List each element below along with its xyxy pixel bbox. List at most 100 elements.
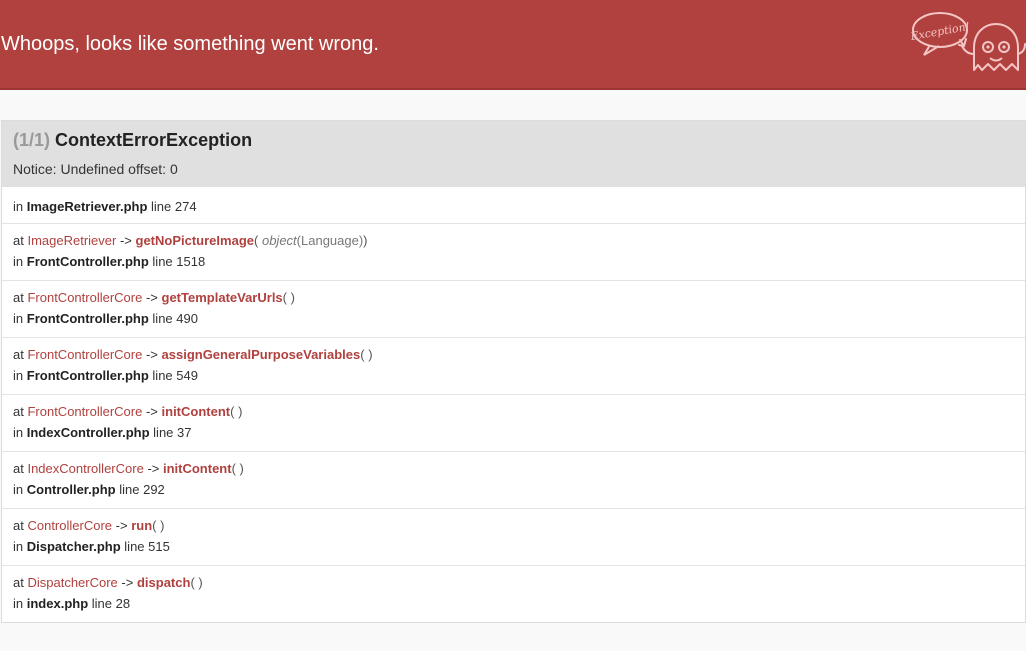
call-arrow: -> — [121, 575, 134, 590]
speech-bubble-icon: Exception! — [909, 12, 971, 56]
function-name: initContent — [161, 404, 231, 419]
file-name: ImageRetriever.php — [26, 199, 148, 214]
in-label: in — [13, 311, 24, 326]
argument-type: object — [261, 233, 297, 248]
at-label: at — [13, 404, 24, 419]
line-label: line — [152, 254, 173, 269]
error-header: Whoops, looks like something went wrong.… — [0, 0, 1026, 90]
frame-call: at ControllerCore -> run( ) — [13, 515, 1025, 536]
function-name: dispatch — [136, 575, 191, 590]
line-number: 292 — [143, 482, 165, 497]
open-paren: ( — [360, 347, 365, 362]
stack-frame: at FrontControllerCore -> initContent( )… — [2, 394, 1025, 451]
file-name: FrontController.php — [26, 311, 149, 326]
exception-title: (1/1) ContextErrorException — [13, 130, 252, 151]
line-label: line — [153, 425, 174, 440]
frame-location: in Dispatcher.php line 515 — [13, 536, 1025, 557]
file-name: IndexController.php — [26, 425, 150, 440]
in-label: in — [13, 482, 24, 497]
frame-call: at FrontControllerCore -> assignGeneralP… — [13, 344, 1025, 365]
trace-location-origin: in ImageRetriever.php line 274 — [2, 187, 1025, 223]
frame-call: at FrontControllerCore -> initContent( ) — [13, 401, 1025, 422]
open-paren: ( — [282, 290, 287, 305]
stack-frame: at FrontControllerCore -> getTemplateVar… — [2, 280, 1025, 337]
call-arrow: -> — [119, 233, 132, 248]
close-paren: ) — [368, 347, 373, 362]
close-paren: ) — [238, 404, 243, 419]
open-paren: ( — [152, 518, 157, 533]
in-label: in — [13, 368, 24, 383]
stack-frame: at DispatcherCore -> dispatch( ) in index… — [2, 565, 1025, 622]
call-arrow: -> — [147, 461, 160, 476]
frame-location: in index.php line 28 — [13, 593, 1025, 614]
file-name: index.php — [26, 596, 89, 611]
in-label: in — [13, 199, 24, 214]
file-name: FrontController.php — [26, 254, 149, 269]
open-paren: ( — [254, 233, 259, 248]
at-label: at — [13, 575, 24, 590]
at-label: at — [13, 233, 24, 248]
file-name: Dispatcher.php — [26, 539, 121, 554]
in-label: in — [13, 539, 24, 554]
class-name: FrontControllerCore — [27, 347, 143, 362]
line-number: 549 — [176, 368, 198, 383]
function-name: getTemplateVarUrls — [161, 290, 283, 305]
call-arrow: -> — [145, 290, 158, 305]
line-label: line — [119, 482, 140, 497]
frame-location: in IndexController.php line 37 — [13, 422, 1025, 443]
line-label: line — [152, 311, 173, 326]
open-paren: ( — [230, 404, 235, 419]
class-name: FrontControllerCore — [27, 404, 143, 419]
line-number: 490 — [176, 311, 198, 326]
class-name: IndexControllerCore — [27, 461, 144, 476]
function-name: getNoPictureImage — [135, 233, 254, 248]
frame-location: in FrontController.php line 549 — [13, 365, 1025, 386]
line-number: 28 — [115, 596, 131, 611]
function-name: assignGeneralPurposeVariables — [161, 347, 361, 362]
frame-location: in FrontController.php line 1518 — [13, 251, 1025, 272]
exception-panel: (1/1) ContextErrorException Notice: Unde… — [1, 120, 1026, 623]
class-name: DispatcherCore — [27, 575, 118, 590]
in-label: in — [13, 425, 24, 440]
frame-call: at IndexControllerCore -> initContent( ) — [13, 458, 1025, 479]
line-number: 1518 — [176, 254, 206, 269]
function-name: initContent — [162, 461, 232, 476]
open-paren: ( — [190, 575, 195, 590]
frame-location: in Controller.php line 292 — [13, 479, 1025, 500]
line-number: 37 — [177, 425, 192, 440]
close-paren: ) — [239, 461, 244, 476]
line-label: line — [91, 596, 113, 611]
line-label: line — [124, 539, 145, 554]
stack-frame: at ImageRetriever -> getNoPictureImage( … — [2, 223, 1025, 280]
class-name: ControllerCore — [27, 518, 113, 533]
close-paren: ) — [160, 518, 165, 533]
in-label: in — [13, 254, 24, 269]
stack-frame: at ControllerCore -> run( ) in Dispatcher… — [2, 508, 1025, 565]
file-name: Controller.php — [26, 482, 116, 497]
argument-value: (Language) — [296, 233, 364, 248]
at-label: at — [13, 347, 24, 362]
class-name: FrontControllerCore — [27, 290, 143, 305]
exception-name: ContextErrorException — [55, 130, 253, 150]
function-name: run — [131, 518, 153, 533]
call-arrow: -> — [145, 404, 158, 419]
frame-call: at DispatcherCore -> dispatch( ) — [13, 572, 1025, 593]
close-paren: ) — [363, 233, 368, 248]
stack-frame: at IndexControllerCore -> initContent( )… — [2, 451, 1025, 508]
line-number: 274 — [174, 199, 197, 214]
frame-location: in FrontController.php line 490 — [13, 308, 1025, 329]
at-label: at — [13, 461, 24, 476]
close-paren: ) — [290, 290, 295, 305]
class-name: ImageRetriever — [27, 233, 117, 248]
in-label: in — [13, 596, 24, 611]
frame-call: at FrontControllerCore -> getTemplateVar… — [13, 287, 1025, 308]
exception-heading: (1/1) ContextErrorException Notice: Unde… — [2, 121, 1025, 187]
at-label: at — [13, 290, 24, 305]
frame-call: at ImageRetriever -> getNoPictureImage( … — [13, 230, 1025, 251]
ghost-mascot-icon: Exception! — [909, 12, 1026, 71]
exception-message: Notice: Undefined offset: 0 — [13, 161, 178, 177]
at-label: at — [13, 518, 24, 533]
file-name: FrontController.php — [26, 368, 149, 383]
stack-frame: at FrontControllerCore -> assignGeneralP… — [2, 337, 1025, 394]
call-arrow: -> — [115, 518, 128, 533]
